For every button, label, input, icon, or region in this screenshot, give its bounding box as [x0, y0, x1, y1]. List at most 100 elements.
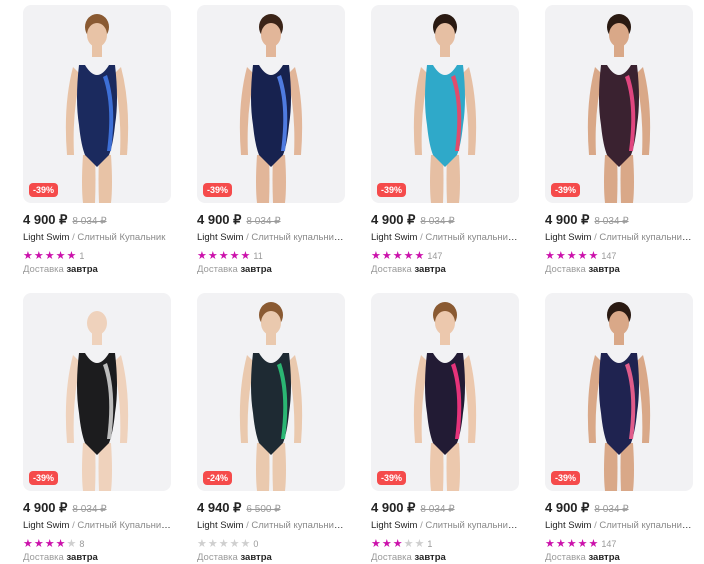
discount-badge: -39%	[551, 471, 581, 485]
product-image[interactable]: -39%	[545, 5, 693, 203]
price-row: 4 900 ₽ 8 034 ₽	[197, 211, 345, 227]
star-icon: ★	[403, 538, 414, 550]
rating: ★★★★★ 0	[197, 534, 345, 551]
product-name: Слитный купальник же...	[425, 520, 519, 531]
rating: ★★★★★ 1	[23, 248, 171, 262]
star-icon: ★	[371, 538, 381, 550]
star-icon: ★	[240, 538, 251, 550]
current-price: 4 900 ₽	[23, 500, 68, 515]
delivery-info: Доставка завтра	[545, 264, 693, 276]
star-icon: ★	[414, 538, 425, 550]
delivery-date: завтра	[414, 552, 446, 563]
product-title[interactable]: Light Swim / Слитный купальник же...	[371, 520, 519, 532]
review-count: 11	[253, 251, 263, 261]
product-image[interactable]: -39%	[545, 293, 693, 491]
product-title[interactable]: Light Swim / Слитный купальник же...	[197, 520, 345, 532]
product-image[interactable]: -24%	[197, 293, 345, 491]
star-icon: ★	[545, 250, 555, 262]
product-card[interactable]: -24% 4 940 ₽ 6 500 ₽ Light Swim / Слитный…	[197, 293, 345, 564]
discount-badge: -39%	[29, 183, 59, 197]
product-grid: -39% 4 900 ₽ 8 034 ₽ Light Swim / Слитный…	[0, 0, 704, 564]
current-price: 4 940 ₽	[197, 500, 242, 515]
delivery-label: Доставка	[545, 264, 586, 275]
star-icon: ★	[566, 250, 577, 262]
product-name: Слитный купальник же...	[251, 520, 345, 531]
discount-badge: -24%	[203, 471, 233, 485]
star-icon: ★	[44, 538, 55, 550]
product-image[interactable]: -39%	[23, 5, 171, 203]
delivery-info: Доставка завтра	[371, 552, 519, 564]
star-icon: ★	[66, 538, 77, 550]
swimsuit-photo	[239, 14, 303, 203]
product-title[interactable]: Light Swim / Слитный купальник же...	[197, 232, 345, 244]
star-rating: ★★★★★	[371, 534, 425, 551]
rating: ★★★★★ 147	[371, 246, 519, 263]
old-price: 8 034 ₽	[420, 216, 455, 227]
star-icon: ★	[55, 538, 66, 550]
swimsuit-photo	[239, 302, 303, 491]
discount-badge: -39%	[377, 471, 407, 485]
product-title[interactable]: Light Swim / Слитный купальник же...	[545, 520, 693, 532]
brand-name: Light Swim	[197, 520, 244, 531]
product-card[interactable]: -39% 4 900 ₽ 8 034 ₽ Light Swim / Слитный…	[23, 293, 171, 564]
product-card[interactable]: -39% 4 900 ₽ 8 034 ₽ Light Swim / Слитный…	[371, 5, 519, 276]
star-icon: ★	[207, 250, 218, 262]
product-image[interactable]: -39%	[371, 293, 519, 491]
product-card[interactable]: -39% 4 900 ₽ 8 034 ₽ Light Swim / Слитный…	[23, 5, 171, 276]
star-icon: ★	[545, 538, 555, 550]
star-rating: ★★★★★	[197, 246, 251, 263]
product-card[interactable]: -39% 4 900 ₽ 8 034 ₽ Light Swim / Слитный…	[545, 293, 693, 564]
star-rating: ★★★★★	[197, 534, 251, 551]
review-count: 1	[427, 539, 433, 549]
star-icon: ★	[33, 538, 44, 550]
product-name: Слитный Купальник	[77, 232, 166, 243]
rating: ★★★★★ 147	[545, 246, 693, 263]
product-card[interactable]: -39% 4 900 ₽ 8 034 ₽ Light Swim / Слитный…	[197, 5, 345, 276]
star-icon: ★	[44, 250, 55, 262]
delivery-date: завтра	[414, 264, 446, 275]
product-title[interactable]: Light Swim / Слитный купальник же...	[545, 232, 693, 244]
delivery-label: Доставка	[545, 552, 586, 563]
star-icon: ★	[381, 538, 392, 550]
star-icon: ★	[392, 250, 403, 262]
old-price: 8 034 ₽	[72, 216, 107, 227]
delivery-info: Доставка завтра	[197, 552, 345, 564]
delivery-info: Доставка завтра	[197, 264, 345, 276]
product-title[interactable]: Light Swim / Слитный Купальник же...	[23, 520, 171, 532]
price-row: 4 900 ₽ 8 034 ₽	[371, 499, 519, 515]
star-icon: ★	[392, 538, 403, 550]
old-price: 8 034 ₽	[72, 504, 107, 515]
brand-name: Light Swim	[545, 520, 592, 531]
star-icon: ★	[414, 250, 425, 262]
product-image[interactable]: -39%	[371, 5, 519, 203]
product-card[interactable]: -39% 4 900 ₽ 8 034 ₽ Light Swim / Слитный…	[371, 293, 519, 564]
star-icon: ★	[240, 250, 251, 262]
old-price: 6 500 ₽	[246, 504, 281, 515]
product-name: Слитный купальник же...	[425, 232, 519, 243]
star-icon: ★	[218, 538, 229, 550]
swimsuit-photo	[587, 14, 651, 203]
star-icon: ★	[371, 250, 381, 262]
discount-badge: -39%	[551, 183, 581, 197]
old-price: 8 034 ₽	[594, 216, 629, 227]
delivery-label: Доставка	[23, 552, 64, 563]
review-count: 1	[79, 251, 85, 261]
swimsuit-photo	[413, 14, 477, 203]
product-card[interactable]: -39% 4 900 ₽ 8 034 ₽ Light Swim / Слитный…	[545, 5, 693, 276]
delivery-label: Доставка	[23, 264, 64, 275]
swimsuit-photo	[587, 302, 651, 491]
star-rating: ★★★★★	[371, 246, 425, 263]
delivery-info: Доставка завтра	[23, 552, 171, 564]
star-rating: ★★★★★	[545, 246, 599, 263]
product-title[interactable]: Light Swim / Слитный купальник же...	[371, 232, 519, 244]
rating: ★★★★★ 8	[23, 536, 171, 550]
delivery-label: Доставка	[371, 264, 412, 275]
product-image[interactable]: -39%	[197, 5, 345, 203]
star-icon: ★	[555, 250, 566, 262]
brand-name: Light Swim	[545, 232, 592, 243]
product-title[interactable]: Light Swim / Слитный Купальник	[23, 232, 171, 244]
old-price: 8 034 ₽	[420, 504, 455, 515]
star-icon: ★	[33, 250, 44, 262]
product-image[interactable]: -39%	[23, 293, 171, 491]
delivery-date: завтра	[240, 552, 272, 563]
